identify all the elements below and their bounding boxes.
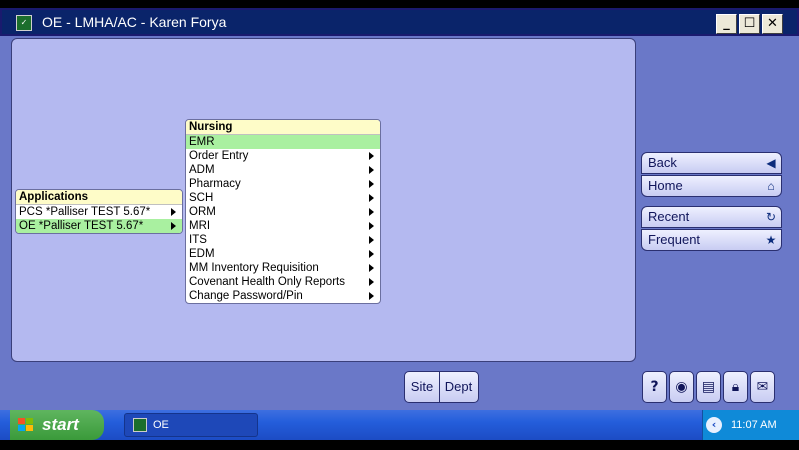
submenu-arrow-icon xyxy=(369,180,374,188)
help-icon: ? xyxy=(650,379,659,395)
menu-item-label: ITS xyxy=(189,234,207,246)
taskbar-item-oe[interactable]: OE xyxy=(124,413,258,437)
submenu-arrow-icon xyxy=(369,278,374,286)
help-button[interactable]: ? xyxy=(642,371,667,403)
submenu-arrow-icon xyxy=(171,208,176,216)
windows-logo-icon xyxy=(18,418,33,431)
nursing-menu-item[interactable]: MRI xyxy=(186,219,380,233)
network-icon: ◉ xyxy=(675,379,688,395)
menu-item-label: MRI xyxy=(189,220,211,232)
print-button[interactable]: ▤ xyxy=(696,371,721,403)
submenu-arrow-icon xyxy=(369,264,374,272)
menu-item-label: ORM xyxy=(189,206,216,218)
back-button-label: Back xyxy=(648,155,677,170)
menu-item-label: SCH xyxy=(189,192,214,204)
nursing-menu-item[interactable]: EDM xyxy=(186,247,380,261)
app-icon: ✓ xyxy=(16,15,32,31)
submenu-arrow-icon xyxy=(171,222,176,230)
nursing-menu-header: Nursing xyxy=(186,120,380,135)
site-dept-group: Site Dept xyxy=(404,371,479,403)
taskbar: start OE ‹ 11:07 AM xyxy=(0,410,799,440)
oe-app-icon xyxy=(133,418,147,432)
menu-item-label: MM Inventory Requisition xyxy=(189,262,319,274)
menu-item-label: PCS *Palliser TEST 5.67* xyxy=(19,206,151,218)
menu-item-label: Pharmacy xyxy=(189,178,241,190)
frequent-icon: ★ xyxy=(765,233,777,247)
client-area: Applications PCS *Palliser TEST 5.67* OE … xyxy=(0,36,799,412)
nursing-menu-item[interactable]: Change Password/Pin xyxy=(186,289,380,303)
applications-menu-item[interactable]: OE *Palliser TEST 5.67* xyxy=(16,219,182,233)
submenu-arrow-icon xyxy=(369,208,374,216)
back-arrow-icon: ◀ xyxy=(766,156,776,170)
start-label: start xyxy=(42,415,79,434)
back-button[interactable]: Back ◀ xyxy=(641,152,782,174)
menu-item-label: Order Entry xyxy=(189,150,249,162)
recent-icon: ↻ xyxy=(765,210,777,224)
start-button[interactable]: start xyxy=(10,410,104,440)
menu-workspace: Applications PCS *Palliser TEST 5.67* OE … xyxy=(11,38,636,362)
submenu-arrow-icon xyxy=(369,152,374,160)
printer-icon: ▤ xyxy=(701,379,716,395)
nursing-menu-item[interactable]: Pharmacy xyxy=(186,177,380,191)
submenu-arrow-icon xyxy=(369,292,374,300)
recent-button[interactable]: Recent ↻ xyxy=(641,206,782,228)
submenu-arrow-icon xyxy=(369,236,374,244)
frequent-button-label: Frequent xyxy=(648,232,701,247)
nursing-menu-item[interactable]: SCH xyxy=(186,191,380,205)
title-bar[interactable]: ✓ OE - LMHA/AC - Karen Forya _ ☐ ✕ xyxy=(0,8,799,36)
menu-item-label: OE *Palliser TEST 5.67* xyxy=(19,220,144,232)
lock-button[interactable]: 🔒︎ xyxy=(723,371,748,403)
home-button[interactable]: Home ⌂ xyxy=(641,175,782,197)
application-window: ✓ OE - LMHA/AC - Karen Forya _ ☐ ✕ Appli… xyxy=(0,8,799,412)
tray-expand-icon[interactable]: ‹ xyxy=(706,417,722,433)
maximize-button[interactable]: ☐ xyxy=(739,14,760,34)
menu-item-label: EMR xyxy=(189,136,215,148)
applications-menu-header: Applications xyxy=(16,190,182,205)
nursing-menu-item[interactable]: Covenant Health Only Reports xyxy=(186,275,380,289)
menu-item-label: Change Password/Pin xyxy=(189,290,303,302)
frequent-button[interactable]: Frequent ★ xyxy=(641,229,782,251)
home-button-label: Home xyxy=(648,178,683,193)
nursing-menu-item[interactable]: ADM xyxy=(186,163,380,177)
nursing-menu-item[interactable]: MM Inventory Requisition xyxy=(186,261,380,275)
taskbar-item-label: OE xyxy=(153,419,169,431)
applications-menu: Applications PCS *Palliser TEST 5.67* OE … xyxy=(15,189,183,234)
nursing-menu-item[interactable]: Order Entry xyxy=(186,149,380,163)
dept-button[interactable]: Dept xyxy=(439,372,478,402)
menu-item-label: EDM xyxy=(189,248,215,260)
submenu-arrow-icon xyxy=(369,166,374,174)
nursing-menu: Nursing EMR Order Entry ADM Pharmacy SCH ORM M… xyxy=(185,119,381,304)
submenu-arrow-icon xyxy=(369,194,374,202)
recent-button-label: Recent xyxy=(648,209,690,224)
site-button[interactable]: Site xyxy=(405,372,440,402)
close-button[interactable]: ✕ xyxy=(762,14,783,34)
minimize-button[interactable]: _ xyxy=(716,14,737,34)
system-tray: ‹ 11:07 AM xyxy=(702,410,799,440)
mail-button[interactable]: ✉ xyxy=(750,371,775,403)
nursing-menu-item[interactable]: ITS xyxy=(186,233,380,247)
network-button[interactable]: ◉ xyxy=(669,371,694,403)
menu-item-label: ADM xyxy=(189,164,215,176)
menu-item-label: Covenant Health Only Reports xyxy=(189,276,345,288)
lock-icon: 🔒︎ xyxy=(731,379,740,395)
home-icon: ⌂ xyxy=(767,179,775,193)
nursing-menu-item[interactable]: EMR xyxy=(186,135,380,149)
clock: 11:07 AM xyxy=(731,419,777,431)
applications-menu-item[interactable]: PCS *Palliser TEST 5.67* xyxy=(16,205,182,219)
submenu-arrow-icon xyxy=(369,222,374,230)
submenu-arrow-icon xyxy=(369,250,374,258)
mail-icon: ✉ xyxy=(756,379,769,395)
nursing-menu-item[interactable]: ORM xyxy=(186,205,380,219)
window-title: OE - LMHA/AC - Karen Forya xyxy=(42,14,227,30)
